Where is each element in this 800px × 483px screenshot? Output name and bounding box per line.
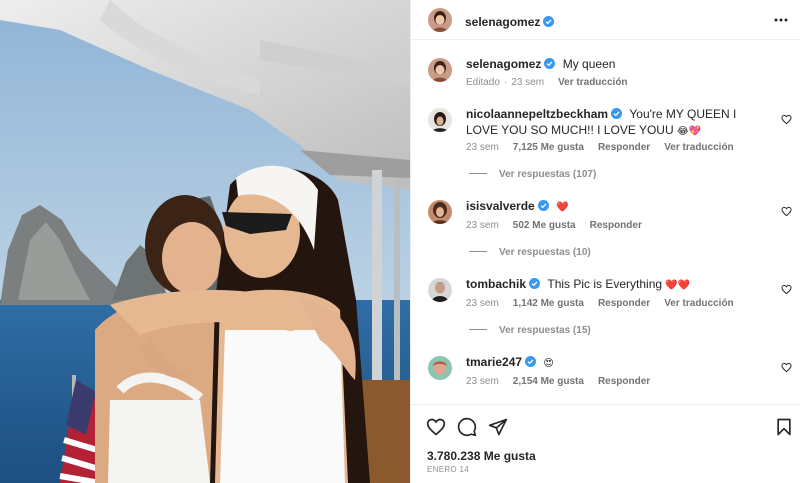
- view-replies-button[interactable]: Ver respuestas (10): [469, 247, 591, 258]
- bookmark-icon[interactable]: [774, 417, 794, 437]
- post-header: selenagomez: [411, 0, 800, 40]
- comment-emoji: ❤️❤️: [665, 280, 691, 291]
- comment-body: This Pic is Everything: [547, 277, 666, 291]
- comment-likes[interactable]: 1,142 Me gusta: [513, 298, 584, 309]
- replies-line: [469, 173, 487, 174]
- comment-time: 23 sem: [466, 376, 499, 387]
- verified-icon: [544, 58, 556, 69]
- caption-meta: Editado · 23 sem Ver traducción: [466, 77, 628, 88]
- caption-translate-link[interactable]: Ver traducción: [558, 77, 627, 88]
- more-options-icon[interactable]: [773, 12, 789, 28]
- view-replies-button[interactable]: Ver respuestas (15): [469, 325, 591, 336]
- verified-icon: [525, 356, 537, 367]
- comment-avatar[interactable]: [428, 356, 452, 380]
- verified-icon: [537, 200, 549, 211]
- comment-avatar[interactable]: [428, 200, 452, 224]
- translate-link[interactable]: Ver traducción: [664, 298, 733, 309]
- comment-time: 23 sem: [466, 142, 499, 153]
- comment-emoji: 😍: [543, 358, 554, 369]
- reply-button[interactable]: Responder: [598, 376, 650, 387]
- reply-button[interactable]: Responder: [598, 298, 650, 309]
- comment-username[interactable]: tmarie247: [466, 355, 522, 369]
- comment-avatar[interactable]: [428, 108, 452, 132]
- comment-username[interactable]: tombachik: [466, 277, 526, 291]
- view-replies-button[interactable]: Ver respuestas (107): [469, 169, 596, 180]
- caption-avatar[interactable]: [428, 58, 452, 82]
- post-like-count[interactable]: 3.780.238 Me gusta: [427, 449, 536, 463]
- comment-item: nicolaannepeltzbeckham You're MY QUEEN I…: [411, 106, 800, 186]
- author-username[interactable]: selenagomez: [465, 15, 540, 29]
- comment-username[interactable]: isisvalverde: [466, 199, 535, 213]
- verified-icon: [611, 108, 623, 119]
- comment-text: isisvalverde ❤️: [466, 198, 767, 216]
- comment-like-heart-icon[interactable]: [781, 362, 792, 373]
- caption-text: selenagomez My queen: [466, 56, 767, 72]
- comment-text: tmarie247 😍: [466, 354, 767, 372]
- comment-username[interactable]: nicolaannepeltzbeckham: [466, 107, 608, 121]
- share-icon[interactable]: [488, 417, 508, 437]
- view-replies-label: Ver respuestas (15): [499, 325, 591, 336]
- comment-item: tmarie247 😍 23 sem 2,154 Me gusta Responde…: [411, 354, 800, 394]
- caption-time: 23 sem: [511, 77, 545, 88]
- view-replies-label: Ver respuestas (107): [499, 169, 597, 180]
- post-date: ENERO 14: [427, 465, 469, 474]
- comment-item: tombachik This Pic is Everything ❤️❤️ 23…: [411, 276, 800, 341]
- comment-time: 23 sem: [466, 220, 499, 231]
- view-replies-label: Ver respuestas (10): [499, 247, 591, 258]
- comment-like-heart-icon[interactable]: [781, 284, 792, 295]
- author-avatar[interactable]: [428, 8, 452, 32]
- comment-emoji: ❤️: [556, 202, 569, 213]
- comment-avatar[interactable]: [428, 278, 452, 302]
- comment-like-heart-icon[interactable]: [781, 206, 792, 217]
- post-actions: 3.780.238 Me gusta ENERO 14: [411, 404, 800, 483]
- comment-like-heart-icon[interactable]: [781, 114, 792, 125]
- comment-likes[interactable]: 2,154 Me gusta: [513, 376, 584, 387]
- post-photo[interactable]: [0, 0, 410, 483]
- comment-item: isisvalverde ❤️ 23 sem 502 Me gusta Respon…: [411, 198, 800, 263]
- caption-body: My queen: [562, 57, 616, 71]
- edited-label: Editado: [466, 77, 500, 88]
- comment-time: 23 sem: [466, 298, 499, 309]
- post-image: [0, 0, 410, 483]
- caption-username[interactable]: selenagomez: [466, 57, 541, 71]
- reply-button[interactable]: Responder: [598, 142, 650, 153]
- comment-text: nicolaannepeltzbeckham You're MY QUEEN I…: [466, 106, 767, 140]
- like-heart-icon[interactable]: [426, 417, 446, 437]
- comment-meta: 23 sem 2,154 Me gusta Responder: [466, 376, 664, 387]
- post-detail-panel: selenagomez selenagomez My queen Editado…: [410, 0, 800, 483]
- verified-icon: [529, 278, 541, 289]
- caption: selenagomez My queen Editado · 23 sem Ver t…: [411, 56, 800, 96]
- comment-meta: 23 sem 502 Me gusta Responder: [466, 220, 656, 231]
- comment-likes[interactable]: 502 Me gusta: [513, 220, 576, 231]
- comment-likes[interactable]: 7,125 Me gusta: [513, 142, 584, 153]
- comment-emoji: 😂💖: [676, 126, 702, 137]
- comment-meta: 23 sem 7,125 Me gusta Responder Ver traducc…: [466, 142, 748, 153]
- replies-line: [469, 329, 487, 330]
- verified-icon: [543, 16, 555, 27]
- replies-line: [469, 251, 487, 252]
- comment-meta: 23 sem 1,142 Me gusta Responder Ver traducc…: [466, 298, 748, 309]
- comment-icon[interactable]: [457, 417, 477, 437]
- comment-text: tombachik This Pic is Everything ❤️❤️: [466, 276, 767, 294]
- reply-button[interactable]: Responder: [590, 220, 642, 231]
- translate-link[interactable]: Ver traducción: [664, 142, 733, 153]
